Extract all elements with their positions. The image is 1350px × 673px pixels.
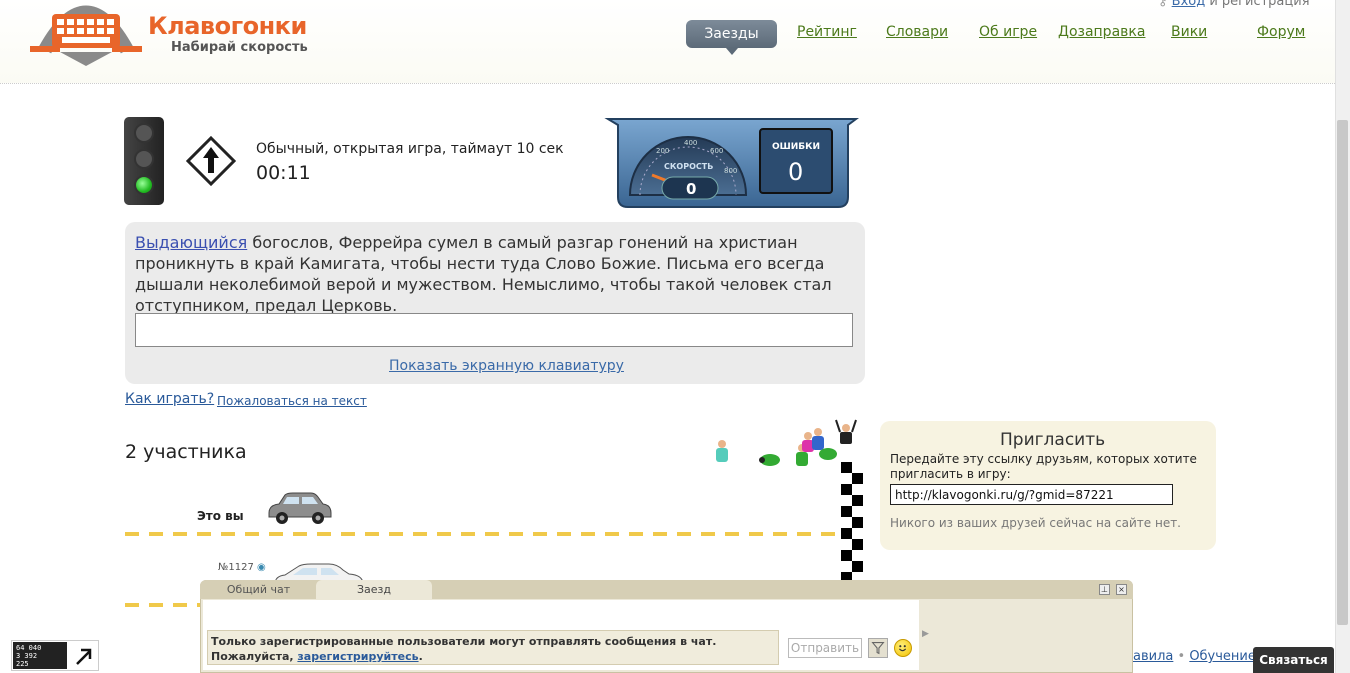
invite-title: Пригласить [1000, 430, 1106, 450]
typing-input[interactable] [135, 313, 853, 347]
register-link[interactable]: зарегистрируйтесь [297, 650, 418, 663]
traffic-light-green [134, 175, 154, 195]
nav-tab-races[interactable]: Заезды [686, 20, 777, 55]
speed-label: СКОРОСТЬ [664, 162, 713, 171]
invite-text: Передайте эту ссылку друзьям, которых хо… [890, 452, 1197, 481]
speed-tick-200: 200 [656, 147, 669, 155]
footer-separator: • [1177, 649, 1186, 664]
lane-divider-2 [125, 603, 200, 607]
nav-tab-rating[interactable]: Рейтинг [797, 24, 857, 40]
lane-divider [125, 532, 840, 536]
chat-toggle-arrow-icon[interactable]: ▶ [922, 629, 929, 639]
smiley-icon[interactable] [894, 639, 912, 657]
speed-tick-800: 800 [724, 167, 737, 175]
typed-word: Выдающийся [135, 233, 248, 252]
login-area: ⚷ Вход и регистрация [1158, 0, 1310, 9]
traffic-light-red [134, 123, 154, 143]
chat-tab-general[interactable]: Общий чат [205, 580, 312, 599]
chat-close-icon[interactable]: × [1116, 584, 1127, 595]
chat-send-button[interactable]: Отправить [788, 638, 862, 658]
footer-links: авила • Обучение [1133, 649, 1256, 664]
counter-line-1: 64 040 [16, 644, 42, 652]
nav-tab-dictionaries[interactable]: Словари [886, 24, 948, 40]
rival-label: №1127 ◉ [218, 562, 266, 573]
chat-userlist [929, 600, 1131, 672]
counter-line-3: 225 [16, 660, 29, 668]
traffic-light-icon [124, 117, 164, 205]
rival-number: №1127 [218, 562, 254, 573]
complain-link[interactable]: Пожаловаться на текст [217, 394, 367, 408]
invite-note: Никого из ваших друзей сейчас на сайте н… [890, 516, 1181, 530]
speed-tick-400: 400 [684, 139, 697, 147]
nav-tab-forum[interactable]: Форум [1257, 24, 1305, 40]
show-keyboard-link[interactable]: Показать экранную клавиатуру [389, 358, 624, 374]
globe-icon: ◉ [257, 562, 266, 573]
participants-count: 2 участника [125, 441, 247, 463]
player-car-icon [268, 492, 332, 524]
logo-subtitle: Набирай скорость [171, 40, 308, 55]
learning-link[interactable]: Обучение [1189, 649, 1256, 664]
counter-arrow-icon [70, 642, 98, 669]
finish-line-icon [841, 462, 863, 580]
speed-dashboard: 200 400 600 800 СКОРОСТЬ 0 ОШИБКИ 0 [604, 118, 859, 208]
chat-warning: Только зарегистрированные пользователи м… [207, 630, 779, 665]
game-description: Обычный, открытая игра, таймаут 10 сек [256, 141, 564, 157]
arrow-up-sign-icon [186, 136, 236, 186]
errors-label: ОШИБКИ [772, 142, 820, 152]
counter-line-2: 3 392 [16, 652, 38, 660]
game-timer: 00:11 [256, 162, 311, 184]
invite-url-field[interactable] [890, 484, 1173, 505]
chat-warning-text: Только зарегистрированные пользователи м… [211, 635, 717, 663]
nav-tab-wiki[interactable]: Вики [1171, 24, 1207, 40]
logo-icon[interactable] [30, 0, 142, 70]
login-link[interactable]: Вход [1172, 0, 1206, 9]
speed-value: 0 [686, 180, 696, 198]
chat-tab-race[interactable]: Заезд [316, 580, 432, 599]
errors-value: 0 [788, 158, 803, 186]
nav-tab-about[interactable]: Об игре [979, 24, 1037, 40]
speed-tick-600: 600 [710, 147, 723, 155]
contact-button[interactable]: Связаться [1253, 647, 1334, 673]
counter-values: 64 040 3 392 225 [13, 642, 67, 669]
race-text: Выдающийся богослов, Феррейра сумел в са… [135, 232, 855, 316]
chat-pin-icon[interactable]: ⊥ [1099, 584, 1110, 595]
visit-counter[interactable]: 64 040 3 392 225 [11, 640, 99, 671]
spectators-icon [716, 419, 857, 466]
login-suffix: и регистрация [1205, 0, 1310, 9]
traffic-light-yellow [134, 149, 154, 169]
key-icon: ⚷ [1158, 0, 1172, 9]
how-to-play-link[interactable]: Как играть? [125, 391, 214, 407]
logo-title[interactable]: Клавогонки [148, 12, 307, 40]
rules-link[interactable]: авила [1133, 649, 1173, 664]
scrollbar-thumb[interactable] [1337, 120, 1348, 625]
chat-warning-end: . [418, 650, 423, 663]
filter-icon[interactable] [868, 638, 888, 658]
you-label: Это вы [197, 509, 244, 523]
nav-tab-refuel[interactable]: Дозаправка [1058, 24, 1145, 40]
